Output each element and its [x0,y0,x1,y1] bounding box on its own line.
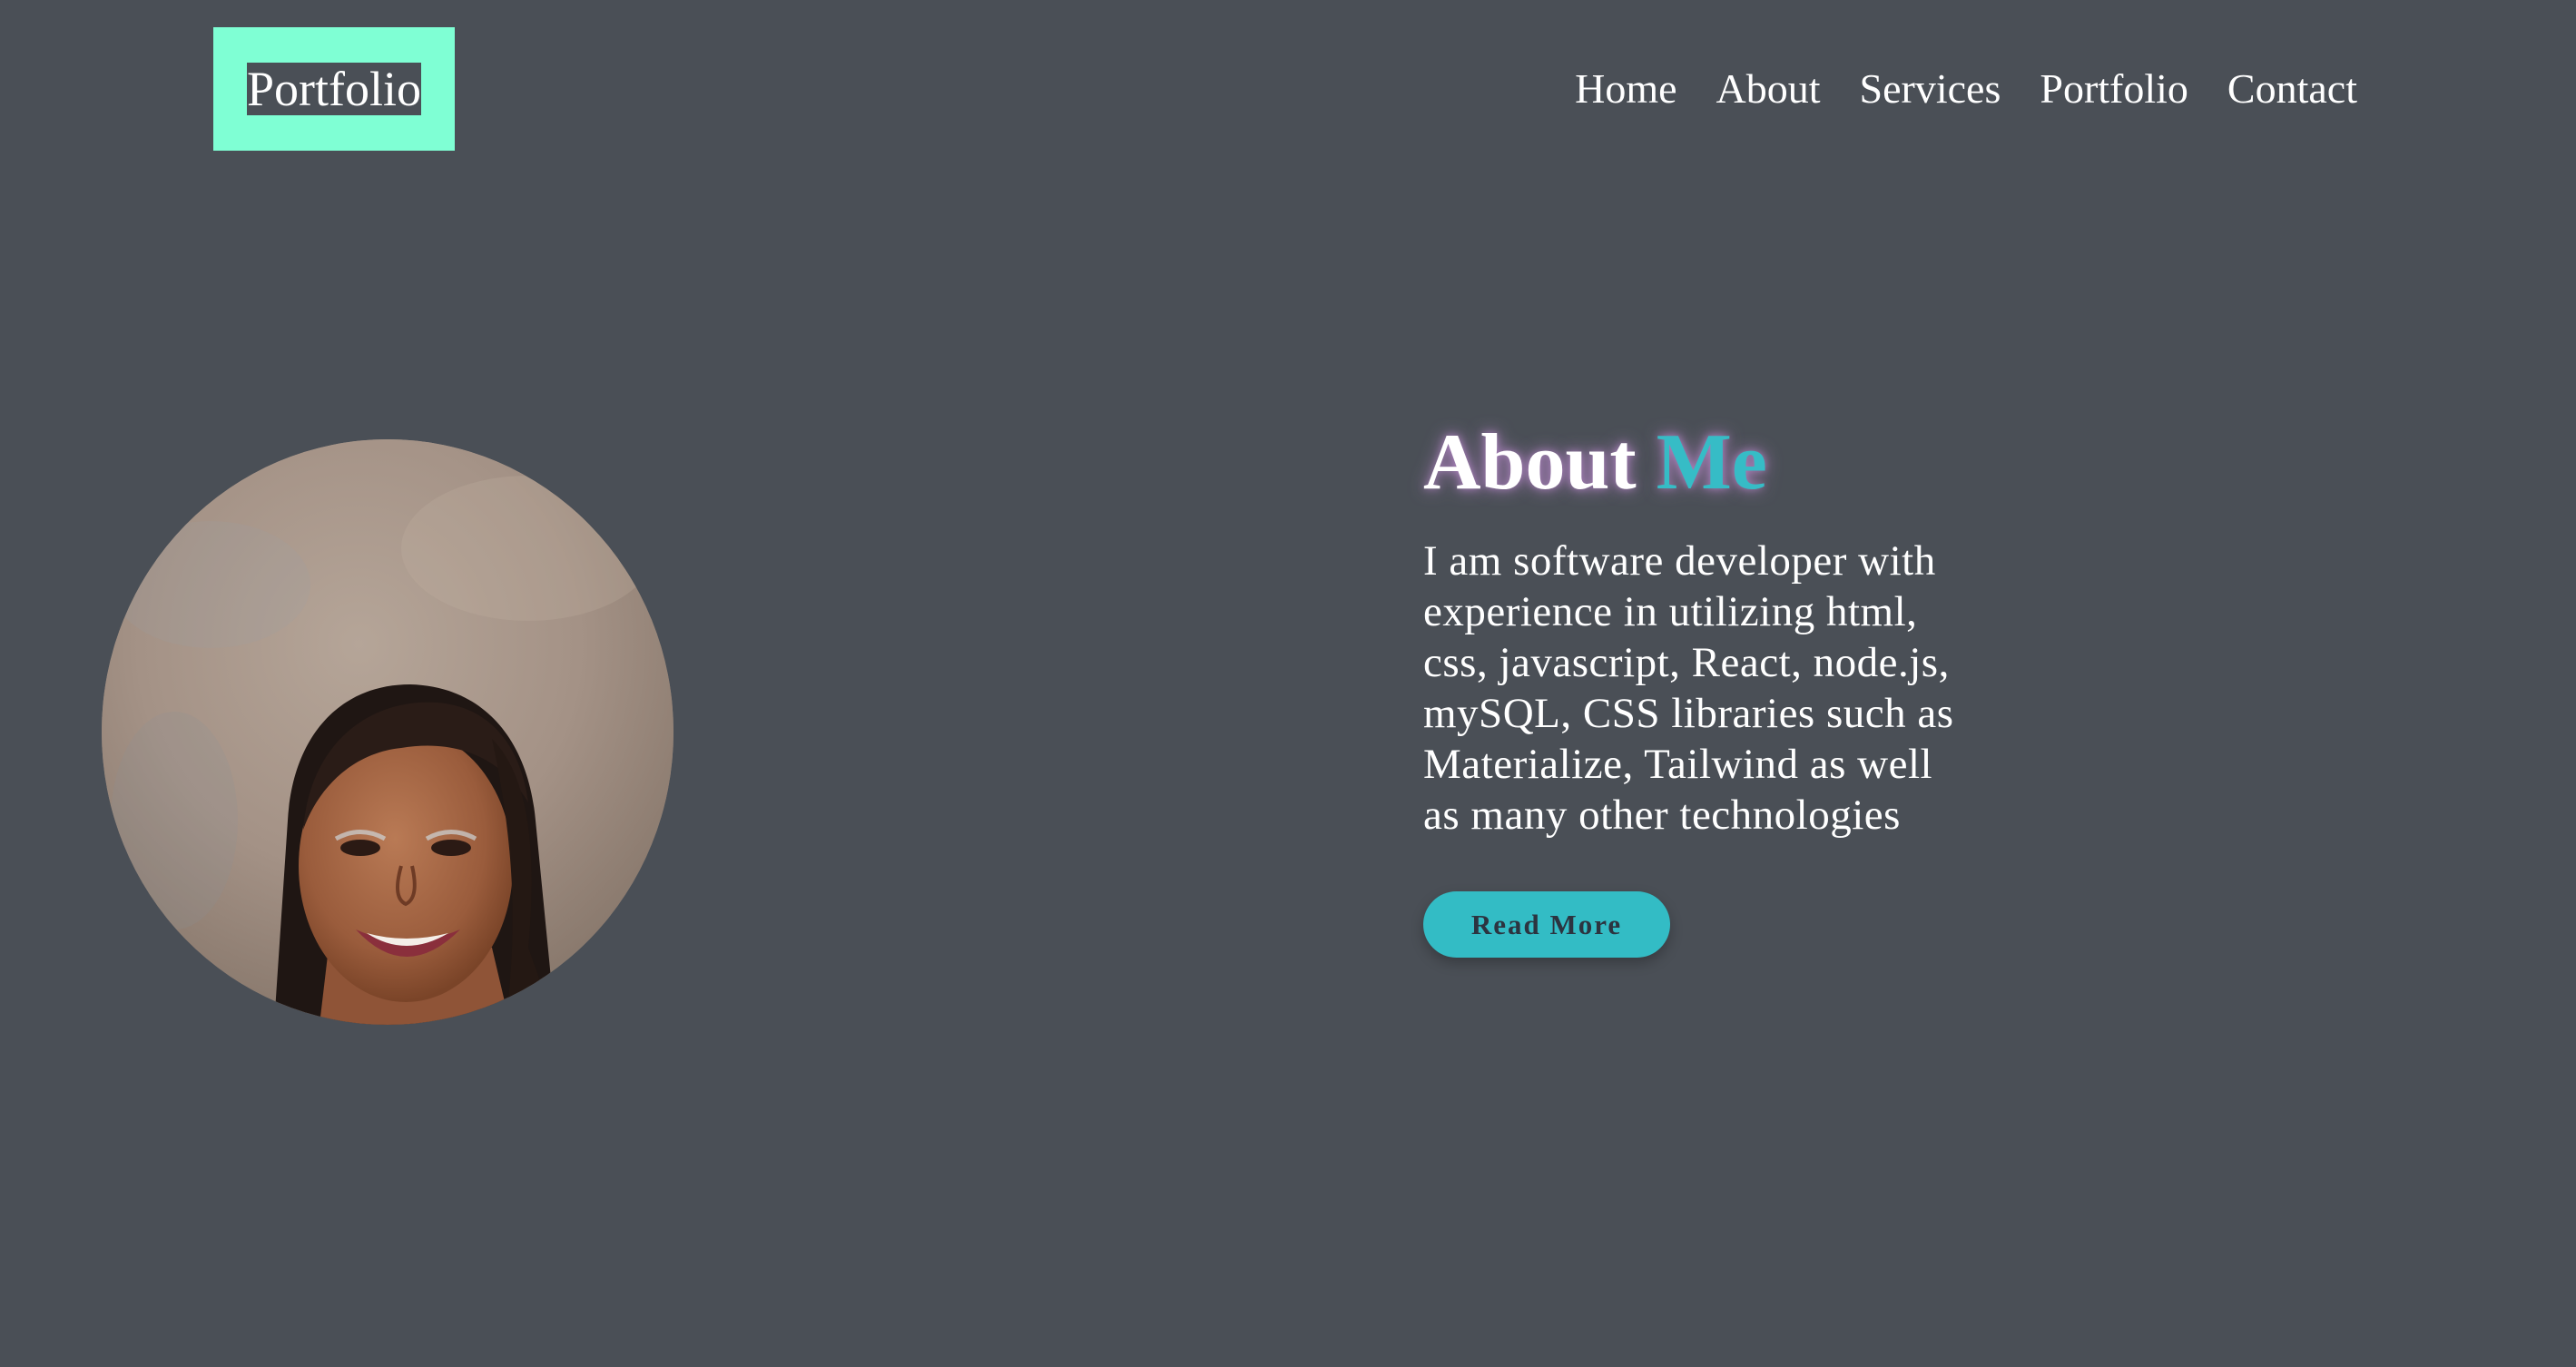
profile-photo-illustration [102,439,673,1025]
nav-contact[interactable]: Contact [2227,62,2357,116]
about-title: About Me [1423,414,1968,512]
nav-portfolio[interactable]: Portfolio [2040,62,2188,116]
nav-home[interactable]: Home [1575,62,1676,116]
main-nav: Home About Services Portfolio Contact [1575,62,2357,116]
about-title-main: About [1423,418,1637,506]
nav-about[interactable]: About [1716,62,1821,116]
profile-photo [102,439,673,1025]
logo-text: Portfolio [246,62,421,116]
about-description: I am software developer with experience … [1423,537,1954,839]
page: Portfolio Home About Services Portfolio … [0,0,2576,1367]
about-section: About Me I am software developer with ex… [1423,414,1968,958]
about-title-accent: Me [1656,418,1767,506]
nav-services[interactable]: Services [1860,62,2001,116]
logo[interactable]: Portfolio [213,27,455,151]
read-more-button[interactable]: Read More [1423,891,1670,958]
